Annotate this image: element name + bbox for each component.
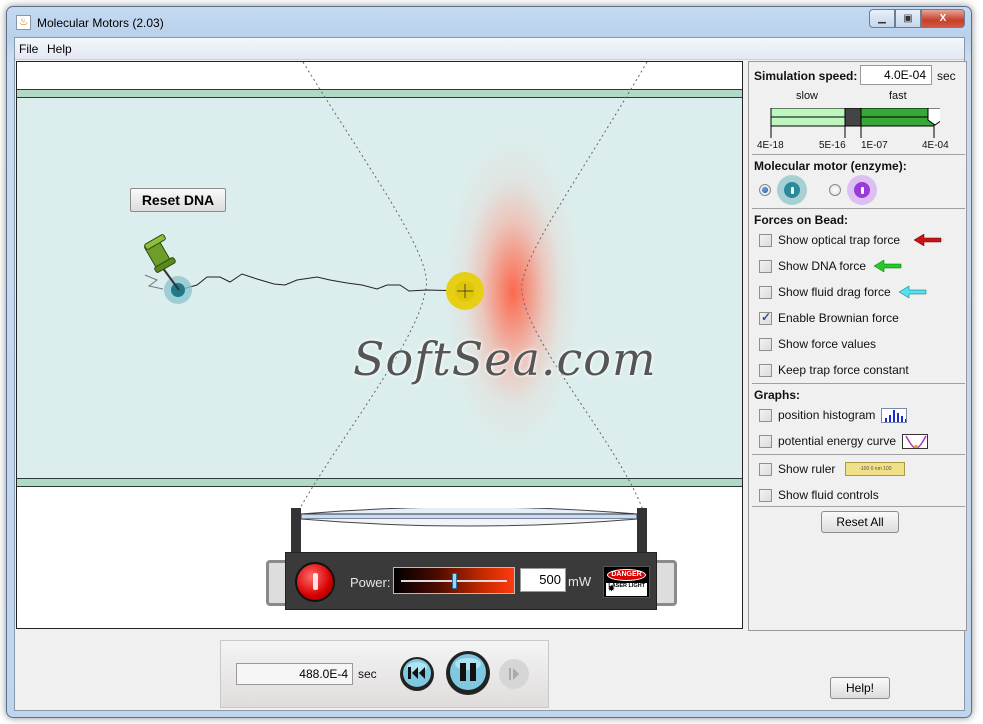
power-slider[interactable] — [393, 567, 515, 594]
checkbox[interactable] — [759, 337, 772, 351]
fluid-region — [17, 89, 742, 481]
slider-thumb[interactable] — [452, 573, 457, 589]
checkbox[interactable] — [759, 434, 772, 448]
motor-radio-teal[interactable] — [759, 184, 771, 196]
java-icon: ♨ — [16, 15, 31, 30]
app-window: ♨ Molecular Motors (2.03) ▁ ▣ X File Hel… — [6, 6, 972, 718]
client-area: File Help Reset DNA SoftSea.com Power: 5… — [14, 37, 967, 711]
checkbox[interactable] — [759, 363, 772, 377]
window-title: Molecular Motors (2.03) — [37, 16, 164, 30]
sim-speed-label: Simulation speed: — [754, 69, 858, 83]
step-button[interactable] — [498, 658, 530, 690]
separator — [752, 154, 965, 155]
checkbox[interactable] — [759, 259, 772, 273]
simulation-canvas: Reset DNA SoftSea.com Power: 500 mW DANG… — [16, 61, 743, 629]
checkbox-label: Show optical trap force — [778, 233, 901, 247]
sim-speed-input[interactable]: 4.0E-04 — [860, 65, 932, 85]
graphs-heading: Graphs: — [754, 388, 801, 402]
checkbox-label: potential energy curve — [778, 434, 897, 448]
time-display: 488.0E-4 — [236, 663, 353, 685]
checkbox[interactable] — [759, 408, 772, 422]
control-panel: Simulation speed: 4.0E-04 sec slow fast … — [748, 61, 967, 631]
checkbox-label: Show fluid drag force — [778, 285, 891, 299]
restart-button[interactable] — [399, 656, 435, 692]
histogram-icon — [881, 407, 908, 423]
speed-tick-1: 5E-16 — [819, 140, 846, 151]
keep-trap-force-checkbox[interactable]: Keep trap force constant — [759, 361, 909, 379]
purple-motor-icon[interactable] — [847, 175, 877, 205]
menu-file[interactable]: File — [19, 42, 38, 56]
motor-radio-purple[interactable] — [829, 184, 841, 196]
checkbox[interactable] — [759, 462, 772, 476]
teal-motor-icon[interactable] — [777, 175, 807, 205]
checkbox[interactable] — [759, 488, 772, 502]
speed-slider[interactable] — [770, 108, 940, 148]
help-button[interactable]: Help! — [830, 677, 890, 699]
checkbox-label: Show DNA force — [778, 259, 867, 273]
fluid-drag-force-checkbox[interactable]: Show fluid drag force — [759, 283, 927, 301]
forces-heading: Forces on Bead: — [754, 213, 849, 227]
fast-label: fast — [889, 90, 907, 102]
clock-control-panel: 488.0E-4 sec — [220, 640, 549, 708]
checkbox[interactable] — [759, 285, 772, 299]
show-ruler-checkbox[interactable]: Show ruler -100 0 nm 100 — [759, 460, 906, 478]
checkbox-label: Show fluid controls — [778, 488, 879, 502]
red-arrow-icon — [914, 234, 942, 246]
brownian-force-checkbox[interactable]: Enable Brownian force — [759, 309, 899, 327]
danger-label: DANGER — [607, 569, 646, 581]
top-slide-wall — [17, 89, 742, 98]
green-arrow-icon — [874, 260, 902, 272]
time-unit: sec — [358, 667, 377, 681]
separator — [752, 454, 965, 455]
power-input[interactable]: 500 — [520, 568, 566, 592]
pause-button[interactable] — [445, 650, 491, 696]
separator — [752, 383, 965, 384]
position-histogram-checkbox[interactable]: position histogram — [759, 406, 908, 424]
maximize-button[interactable]: ▣ — [895, 9, 921, 28]
speed-tick-3: 4E-04 — [922, 140, 949, 151]
potential-energy-checkbox[interactable]: potential energy curve — [759, 432, 929, 450]
checkbox-label: Keep trap force constant — [778, 363, 909, 377]
checkbox[interactable] — [759, 310, 772, 325]
optical-trap-force-checkbox[interactable]: Show optical trap force — [759, 231, 942, 249]
fluid-controls-checkbox[interactable]: Show fluid controls — [759, 486, 879, 504]
checkbox-label: Enable Brownian force — [778, 311, 899, 325]
checkbox-label: position histogram — [778, 408, 876, 422]
speed-tick-2: 1E-07 — [861, 140, 888, 151]
checkbox[interactable] — [759, 233, 772, 247]
minimize-button[interactable]: ▁ — [869, 9, 895, 28]
power-label: Power: — [350, 575, 391, 590]
checkbox-label: Show force values — [778, 337, 877, 351]
bottom-slide-wall — [17, 478, 742, 487]
menu-help[interactable]: Help — [47, 42, 72, 56]
danger-laser-sign: DANGER ✸ LASER LIGHT — [603, 566, 650, 598]
reset-dna-button[interactable]: Reset DNA — [130, 188, 226, 212]
laser-power-button[interactable] — [295, 562, 335, 602]
close-button[interactable]: X — [921, 9, 965, 28]
slow-label: slow — [796, 90, 819, 102]
checkbox-label: Show ruler — [778, 462, 836, 476]
energy-curve-icon — [902, 433, 929, 449]
title-bar: ♨ Molecular Motors (2.03) ▁ ▣ X — [7, 7, 971, 37]
laser-star-icon: ✸ — [608, 584, 615, 593]
speed-tick-0: 4E-18 — [757, 140, 784, 151]
dna-force-checkbox[interactable]: Show DNA force — [759, 257, 902, 275]
sim-speed-unit: sec — [937, 69, 956, 83]
watermark-text: SoftSea.com — [353, 332, 657, 386]
power-unit: mW — [568, 574, 592, 589]
ruler-icon: -100 0 nm 100 — [845, 462, 906, 476]
separator — [752, 506, 965, 507]
laser-light-label: ✸ LASER LIGHT — [606, 583, 647, 596]
reset-all-button[interactable]: Reset All — [821, 511, 899, 533]
menu-bar: File Help — [15, 38, 964, 60]
separator — [752, 208, 965, 209]
motor-heading: Molecular motor (enzyme): — [754, 159, 907, 173]
cyan-arrow-icon — [898, 286, 926, 298]
force-values-checkbox[interactable]: Show force values — [759, 335, 876, 353]
